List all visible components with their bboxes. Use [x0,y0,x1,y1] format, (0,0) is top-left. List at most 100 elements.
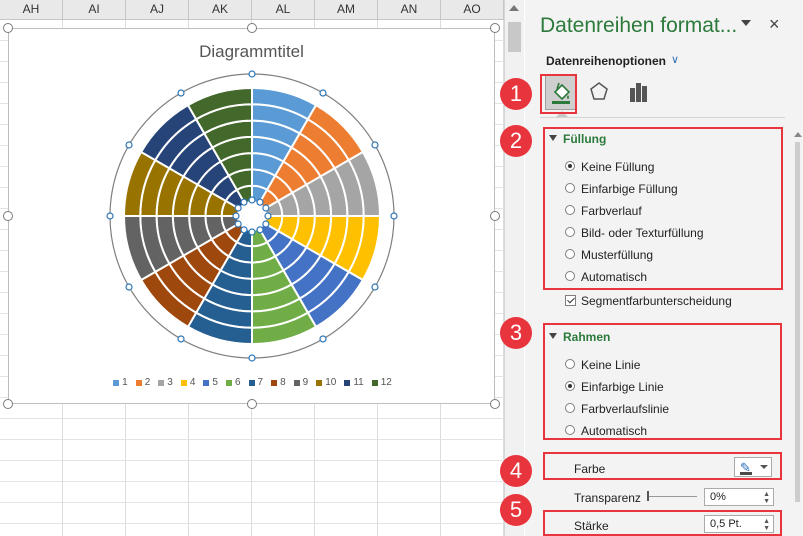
legend-swatch [271,379,278,386]
legend-label: 10 [325,377,337,388]
pentagon-icon [590,82,608,100]
legend-item-1[interactable]: 1 [113,377,128,388]
legend-item-12[interactable]: 12 [371,377,392,388]
series-selection-handle[interactable] [240,198,248,206]
scroll-up-arrow-icon[interactable] [794,132,802,137]
chart-resize-handle[interactable] [3,399,13,409]
callout-badge-4: 4 [500,455,532,487]
chart-resize-handle[interactable] [3,23,13,33]
effects-tab[interactable] [583,74,615,110]
legend-label: 4 [189,377,196,388]
series-selection-handle[interactable] [256,226,264,234]
legend-swatch [158,379,165,386]
highlight-fill-tab [540,74,577,114]
column-header-ai[interactable]: AI [63,0,126,19]
legend-swatch [371,379,378,386]
legend-item-9[interactable]: 9 [293,377,309,388]
doughnut-chart[interactable]: Diagrammtitel 1 2 3 4 5 6 7 8 9 10 11 12 [8,28,495,404]
series-selection-handle[interactable] [234,220,242,228]
column-header-an[interactable]: AN [378,0,441,19]
series-selection-handle[interactable] [319,89,327,97]
callout-badge-2: 2 [500,125,532,157]
series-selection-handle[interactable] [319,335,327,343]
legend-item-8[interactable]: 8 [271,377,286,388]
vary-colors-label[interactable]: Segmentfarbunterscheidung [581,293,732,309]
series-selection-handle[interactable] [371,141,379,149]
series-selection-handle[interactable] [177,89,185,97]
transparency-value[interactable]: 0% [710,491,726,503]
legend-swatch [248,379,255,386]
transparency-slider[interactable] [647,496,697,497]
series-options-tab[interactable] [623,74,655,110]
series-selection-handle[interactable] [248,354,256,362]
chart-resize-handle[interactable] [3,211,13,221]
column-header-row: AH AI AJ AK AL AM AN AO [0,0,504,20]
series-selection-handle[interactable] [234,204,242,212]
legend-item-4[interactable]: 4 [180,377,196,388]
scroll-up-arrow-icon[interactable] [509,5,519,11]
transparency-input[interactable]: 0% ▲ ▼ [704,488,774,506]
chart-legend[interactable]: 1 2 3 4 5 6 7 8 9 10 11 12 [9,377,496,391]
column-header-ak[interactable]: AK [189,0,252,19]
highlight-width-row [543,510,782,536]
legend-item-6[interactable]: 6 [225,377,241,388]
legend-swatch [316,379,323,386]
chart-resize-handle[interactable] [490,211,500,221]
chart-resize-handle[interactable] [246,399,257,409]
series-selection-handle[interactable] [264,212,272,220]
chart-resize-handle[interactable] [490,23,500,33]
chart-resize-handle[interactable] [246,23,257,33]
pane-scrollbar-thumb[interactable] [795,142,800,502]
column-header-al[interactable]: AL [252,0,315,19]
series-selection-handle[interactable] [232,212,240,220]
pane-scrollbar[interactable] [793,126,803,536]
legend-swatch [113,379,120,386]
series-selection-handle[interactable] [248,196,256,204]
spin-up-icon[interactable]: ▲ [763,491,770,498]
series-selection-handle[interactable] [106,212,114,220]
legend-item-3[interactable]: 3 [158,377,173,388]
series-selection-handle[interactable] [390,212,398,220]
series-selection-handle[interactable] [125,283,133,291]
legend-label: 12 [380,377,392,388]
checkbox-checked-icon[interactable] [565,295,576,306]
legend-swatch [225,379,232,386]
spin-down-icon[interactable]: ▼ [763,498,770,505]
chart-plot-area[interactable] [9,29,496,405]
legend-item-10[interactable]: 10 [316,377,336,388]
column-header-ao[interactable]: AO [441,0,504,19]
chevron-down-icon[interactable]: ∨ [671,53,679,66]
highlight-fill-section [543,127,783,290]
series-selection-handle[interactable] [248,70,256,78]
legend-item-2[interactable]: 2 [135,377,150,388]
legend-item-7[interactable]: 7 [248,377,263,388]
legend-label: 5 [212,377,218,388]
series-options-heading[interactable]: Datenreihenoptionen [546,54,666,68]
column-header-ah[interactable]: AH [0,0,63,19]
legend-item-11[interactable]: 11 [344,377,364,388]
series-selection-handle[interactable] [125,141,133,149]
legend-item-5[interactable]: 5 [203,377,218,388]
legend-label: 9 [302,377,309,388]
series-selection-handle[interactable] [262,220,270,228]
grid-row-line [0,502,504,503]
series-selection-handle[interactable] [248,228,256,236]
series-selection-handle[interactable] [262,204,270,212]
grid-row-line [0,481,504,482]
grid-row-line [0,460,504,461]
transparency-slider-thumb[interactable] [647,491,649,501]
column-header-aj[interactable]: AJ [126,0,189,19]
pane-options-dropdown-icon[interactable] [741,20,751,26]
callout-badge-1: 1 [500,78,532,110]
chart-resize-handle[interactable] [490,399,500,409]
grid-row-line [0,439,504,440]
pane-close-button[interactable]: × [769,14,780,35]
column-header-am[interactable]: AM [315,0,378,19]
scrollbar-thumb[interactable] [508,22,521,52]
series-selection-handle[interactable] [240,226,248,234]
series-selection-handle[interactable] [177,335,185,343]
series-selection-handle[interactable] [256,198,264,206]
legend-label: 6 [234,377,241,388]
series-selection-handle[interactable] [371,283,379,291]
spreadsheet-area[interactable]: AH AI AJ AK AL AM AN AO Diagrammtitel 12… [0,0,504,536]
